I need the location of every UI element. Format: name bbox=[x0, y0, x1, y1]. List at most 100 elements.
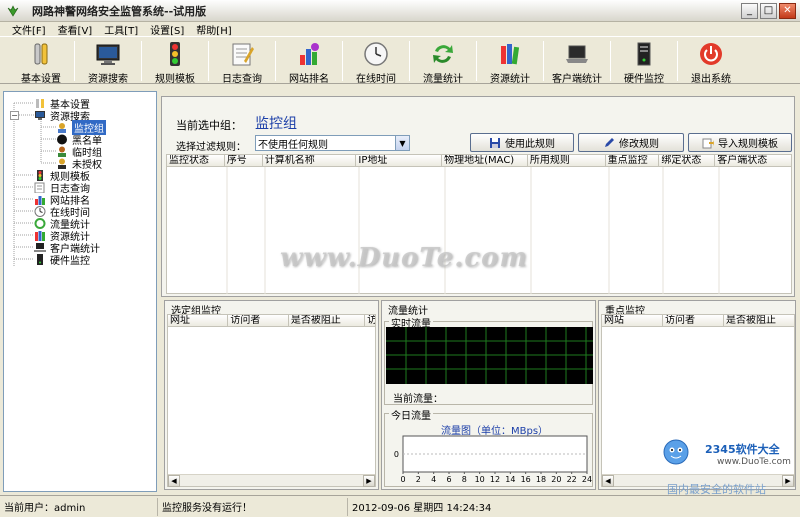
menu-bar: 文件[F] 查看[V] 工具[T] 设置[S] 帮助[H] bbox=[0, 22, 800, 37]
x-tick-label: 24 bbox=[582, 475, 592, 484]
toolbar-traffic-stats[interactable]: 流量统计 bbox=[410, 37, 476, 85]
maximize-button[interactable]: □ bbox=[760, 3, 777, 19]
computer-list-table[interactable]: 监控状态 序号 计算机名称 IP地址 物理地址(MAC) 所用规则 重点监控 绑… bbox=[166, 154, 792, 294]
monitor-icon bbox=[34, 110, 46, 121]
edit-rule-button[interactable]: 修改规则 bbox=[578, 133, 684, 152]
table-gridlines bbox=[226, 167, 720, 294]
col-blocked[interactable]: 是否被阻止 bbox=[724, 315, 794, 327]
x-tick-label: 10 bbox=[475, 475, 485, 484]
traffic-light-icon bbox=[161, 40, 189, 67]
minimize-button[interactable]: _ bbox=[741, 3, 758, 19]
tree-expander-resource-search[interactable]: − bbox=[10, 111, 19, 120]
mascot-icon bbox=[663, 439, 689, 465]
tree-item-hardware-monitor[interactable]: 硬件监控 bbox=[34, 253, 90, 267]
globe-icon bbox=[34, 194, 46, 205]
selected-group-table[interactable]: 网址 访问者 是否被阻止 访 ◀ ▶ bbox=[167, 314, 376, 487]
clock-icon bbox=[362, 40, 390, 67]
col-key-monitor[interactable]: 重点监控 bbox=[606, 155, 660, 167]
menu-help[interactable]: 帮助[H] bbox=[196, 22, 231, 37]
today-traffic-label: 今日流量 bbox=[389, 407, 433, 422]
col-monitor-status[interactable]: 监控状态 bbox=[167, 155, 225, 167]
x-tick-label: 22 bbox=[567, 475, 577, 484]
y-tick-label: 0 bbox=[394, 450, 399, 459]
log-icon bbox=[228, 40, 256, 67]
horizontal-scrollbar[interactable]: ◀ ▶ bbox=[168, 474, 375, 487]
table-header: 网站 访问者 是否被阻止 bbox=[602, 315, 794, 327]
app-icon bbox=[7, 4, 19, 17]
books-icon bbox=[34, 230, 46, 241]
brand-name: 2345软件大全 bbox=[705, 443, 780, 456]
x-tick-label: 16 bbox=[521, 475, 531, 484]
nav-tree: − 基本设置 资源搜索 监控组 黑名单 临时组 未授权 规则模板 日志查询 网站… bbox=[3, 91, 157, 492]
x-tick-label: 8 bbox=[462, 475, 467, 484]
col-ip-address[interactable]: IP地址 bbox=[356, 155, 443, 167]
brand-url: www.DuoTe.com bbox=[717, 457, 791, 467]
toolbar-basic-settings[interactable]: 基本设置 bbox=[8, 37, 74, 85]
menu-file[interactable]: 文件[F] bbox=[12, 22, 46, 37]
col-visitor[interactable]: 访问者 bbox=[663, 315, 724, 327]
toolbar-rule-template[interactable]: 规则模板 bbox=[142, 37, 208, 85]
col-url[interactable]: 网址 bbox=[168, 315, 229, 327]
pencil-icon bbox=[605, 137, 614, 147]
server-icon bbox=[34, 253, 46, 265]
log-icon bbox=[34, 182, 46, 193]
x-tick-label: 20 bbox=[551, 475, 561, 484]
x-tick-label: 2 bbox=[416, 475, 421, 484]
wrench-icon bbox=[34, 98, 46, 109]
col-rule[interactable]: 所用规则 bbox=[528, 155, 606, 167]
col-visitor[interactable]: 访问者 bbox=[228, 315, 289, 327]
toolbar-hardware-monitor[interactable]: 硬件监控 bbox=[611, 37, 677, 85]
menu-tools[interactable]: 工具[T] bbox=[104, 22, 138, 37]
menu-settings[interactable]: 设置[S] bbox=[150, 22, 184, 37]
chevron-down-icon[interactable]: ▼ bbox=[395, 136, 409, 150]
menu-view[interactable]: 查看[V] bbox=[58, 22, 93, 37]
x-tick-label: 0 bbox=[400, 475, 405, 484]
col-index[interactable]: 序号 bbox=[225, 155, 263, 167]
close-button[interactable]: ✕ bbox=[779, 3, 796, 19]
power-icon bbox=[697, 40, 725, 67]
import-template-button[interactable]: 导入规则模板 bbox=[688, 133, 792, 152]
x-tick-label: 14 bbox=[505, 475, 515, 484]
clock-icon bbox=[34, 205, 46, 217]
col-bind-status[interactable]: 绑定状态 bbox=[659, 155, 716, 167]
user-icon bbox=[56, 146, 68, 157]
x-tick-label: 12 bbox=[490, 475, 500, 484]
toolbar-resource-search[interactable]: 资源搜索 bbox=[75, 37, 141, 85]
toolbar-client-stats[interactable]: 客户端统计 bbox=[544, 37, 610, 85]
use-rule-button[interactable]: 使用此规则 bbox=[470, 133, 574, 152]
col-computer-name[interactable]: 计算机名称 bbox=[263, 155, 357, 167]
toolbar-online-time[interactable]: 在线时间 bbox=[343, 37, 409, 85]
status-service: 监控服务没有运行！ bbox=[158, 497, 348, 516]
status-current-user: 当前用户：admin bbox=[0, 497, 158, 516]
x-tick-label: 4 bbox=[431, 475, 436, 484]
status-datetime: 2012-09-06 星期四 14:24:34 bbox=[352, 503, 492, 514]
toolbar-log-query[interactable]: 日志查询 bbox=[209, 37, 275, 85]
scroll-left-icon[interactable]: ◀ bbox=[602, 474, 614, 487]
toolbar-resource-stats[interactable]: 资源统计 bbox=[477, 37, 543, 85]
table-header: 监控状态 序号 计算机名称 IP地址 物理地址(MAC) 所用规则 重点监控 绑… bbox=[167, 155, 791, 167]
window-title: 网路神警网络安全监管系统--试用版 bbox=[32, 4, 207, 18]
col-blocked[interactable]: 是否被阻止 bbox=[289, 315, 366, 327]
selected-group-panel: 选定组监控 网址 访问者 是否被阻止 访 ◀ ▶ bbox=[164, 300, 379, 490]
current-traffic-label: 当前流量： bbox=[393, 394, 443, 405]
save-icon bbox=[490, 137, 500, 148]
scroll-left-icon[interactable]: ◀ bbox=[168, 474, 180, 487]
group-icon bbox=[56, 122, 68, 133]
laptop-icon bbox=[563, 40, 591, 67]
realtime-traffic-graph bbox=[386, 327, 593, 384]
server-icon bbox=[630, 40, 658, 67]
blacklist-icon bbox=[56, 134, 68, 145]
col-website[interactable]: 网站 bbox=[602, 315, 663, 327]
watermark: www.DuoTe.com bbox=[280, 243, 529, 273]
title-bar: 网路神警网络安全监管系统--试用版 _ □ ✕ bbox=[0, 0, 800, 22]
status-bar: 当前用户：admin 监控服务没有运行！ 2012-09-06 星期四 14:2… bbox=[0, 495, 800, 517]
books-icon bbox=[496, 40, 524, 67]
toolbar-exit[interactable]: 退出系统 bbox=[678, 37, 744, 85]
col-client-status[interactable]: 客户端状态 bbox=[715, 155, 791, 167]
filter-rule-select[interactable]: 不使用任何规则 ▼ bbox=[255, 135, 410, 151]
col-mac-address[interactable]: 物理地址(MAC) bbox=[442, 155, 528, 167]
col-visit[interactable]: 访 bbox=[365, 315, 375, 327]
toolbar-website-ranking[interactable]: 网站排名 bbox=[276, 37, 342, 85]
scroll-right-icon[interactable]: ▶ bbox=[363, 474, 375, 487]
today-traffic-chart: 0 2 4 6 8 10 12 14 16 18 20 22 240 bbox=[394, 435, 592, 484]
